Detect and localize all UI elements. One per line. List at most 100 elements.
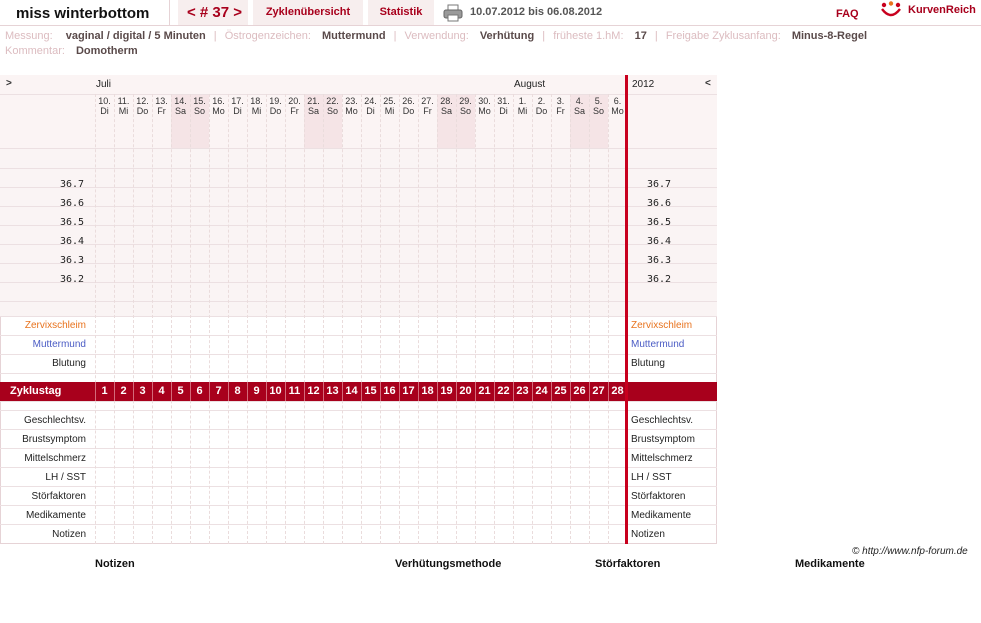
cycle-day-number: 14 [345,385,358,397]
day-column-header[interactable]: 27. Fr [418,96,437,116]
day-column-header[interactable]: 19. Do [266,96,285,116]
cycle-day-number: 9 [253,385,260,397]
blutung-label-right[interactable]: Blutung [631,358,665,369]
day-number: 14. [174,96,187,106]
bottom-row-label-right[interactable]: Brustsymptom [631,434,695,445]
cycle-day-bar: Zyklustag 1 2 3 4 5 6 7 8 9 10 11 12 13 14 15 16 17 18 19 2… [0,382,717,401]
day-number: 1. [518,96,527,106]
bottom-row-label[interactable]: Mittelschmerz [0,453,86,464]
copyright[interactable]: © http://www.nfp-forum.de [852,546,968,557]
cycle-day-number: 3 [139,385,146,397]
bottom-row-label-right[interactable]: Notizen [631,529,665,540]
cycle-day-number: 26 [573,385,586,397]
grid-hline [0,467,717,468]
grid-hline [0,410,717,411]
grid-hline [0,148,717,149]
bottom-row-label-right[interactable]: LH / SST [631,472,672,483]
grid-vline [494,94,495,544]
zervix-label-right[interactable]: Zervixschleim [631,320,692,331]
grid-hline [0,354,717,355]
day-column-header[interactable]: 10. Di [95,96,114,116]
muttermund-label[interactable]: Muttermund [0,339,86,350]
grid-vline [190,94,191,544]
day-number: 16. [212,96,225,106]
bottom-row-label[interactable]: Notizen [0,529,86,540]
day-column-header[interactable]: 16. Mo [209,96,228,116]
weekday: Mo [478,106,491,116]
day-number: 28. [440,96,453,106]
tab-cycle-overview[interactable]: Zyklenübersicht [253,0,363,25]
day-column-header[interactable]: 24. Di [361,96,380,116]
bottom-row-label[interactable]: Störfaktoren [0,491,86,502]
printer-icon[interactable] [443,4,463,22]
day-column-header[interactable]: 17. Di [228,96,247,116]
day-column-header[interactable]: 26. Do [399,96,418,116]
zervix-label[interactable]: Zervixschleim [0,320,86,331]
day-column-header[interactable]: 22. So [323,96,342,116]
faq-link[interactable]: FAQ [836,8,859,20]
temp-label-right: 36.4 [647,236,672,247]
weekday: Di [366,106,375,116]
chart-nav-right[interactable]: < [705,78,711,89]
logo-text[interactable]: KurvenReich [908,4,976,16]
temp-label-left: 36.6 [60,198,85,209]
temp-label-left: 36.2 [60,274,85,285]
day-number: 3. [556,96,565,106]
tab-statistics[interactable]: Statistik [368,0,434,25]
cycle-number[interactable]: < # 37 > [187,4,242,21]
bottom-row-label-right[interactable]: Mittelschmerz [631,453,693,464]
grid-hline [0,244,717,245]
day-column-header[interactable]: 15. So [190,96,209,116]
day-column-header[interactable]: 25. Mi [380,96,399,116]
day-column-header[interactable]: 31. Di [494,96,513,116]
bottom-row-label-right[interactable]: Störfaktoren [631,491,685,502]
day-number: 17. [231,96,244,106]
day-column-header[interactable]: 2. Do [532,96,551,116]
day-column-header[interactable]: 23. Mo [342,96,361,116]
bottom-row-label-right[interactable]: Geschlechtsv. [631,415,693,426]
cycle-day-number: 25 [554,385,567,397]
bottom-row-label[interactable]: LH / SST [0,472,86,483]
day-column-header[interactable]: 29. So [456,96,475,116]
cycle-end-line [625,75,628,544]
day-number: 26. [402,96,415,106]
weekday: Mo [212,106,225,116]
blutung-label[interactable]: Blutung [0,358,86,369]
day-column-header[interactable]: 14. Sa [171,96,190,116]
weekday: Mi [384,106,395,116]
day-column-header[interactable]: 5. So [589,96,608,116]
cycle-navigator[interactable]: < # 37 > [178,0,248,25]
grid-hline [0,282,717,283]
day-column-header[interactable]: 3. Fr [551,96,570,116]
temperature-area [0,148,717,316]
muttermund-label-right[interactable]: Muttermund [631,339,684,350]
bottom-row-label[interactable]: Geschlechtsv. [0,415,86,426]
chart-nav-left[interactable]: > [6,78,12,89]
grid-vline [380,94,381,544]
day-column-header[interactable]: 30. Mo [475,96,494,116]
cycle-day-number: 7 [215,385,222,397]
grid-vline [475,94,476,544]
temp-label-right: 36.7 [647,179,672,190]
kurvenreich-logo-icon[interactable] [880,1,902,19]
day-column-header[interactable]: 12. Do [133,96,152,116]
day-column-header[interactable]: 11. Mi [114,96,133,116]
temp-label-left: 36.5 [60,217,85,228]
bottom-row-label-right[interactable]: Medikamente [631,510,691,521]
bottom-row-label[interactable]: Medikamente [0,510,86,521]
day-number: 29. [459,96,472,106]
bottom-row-label[interactable]: Brustsymptom [0,434,86,445]
day-column-header[interactable]: 21. Sa [304,96,323,116]
grid-vline [361,94,362,544]
day-column-header[interactable]: 4. Sa [570,96,589,116]
weekday: Sa [174,106,186,116]
day-number: 31. [497,96,510,106]
day-column-header[interactable]: 18. Mi [247,96,266,116]
day-column-header[interactable]: 1. Mi [513,96,532,116]
weekday: Fr [157,106,166,116]
grid-hline [0,448,717,449]
day-column-header[interactable]: 13. Fr [152,96,171,116]
weekday: Sa [573,106,585,116]
day-column-header[interactable]: 20. Fr [285,96,304,116]
day-column-header[interactable]: 28. Sa [437,96,456,116]
